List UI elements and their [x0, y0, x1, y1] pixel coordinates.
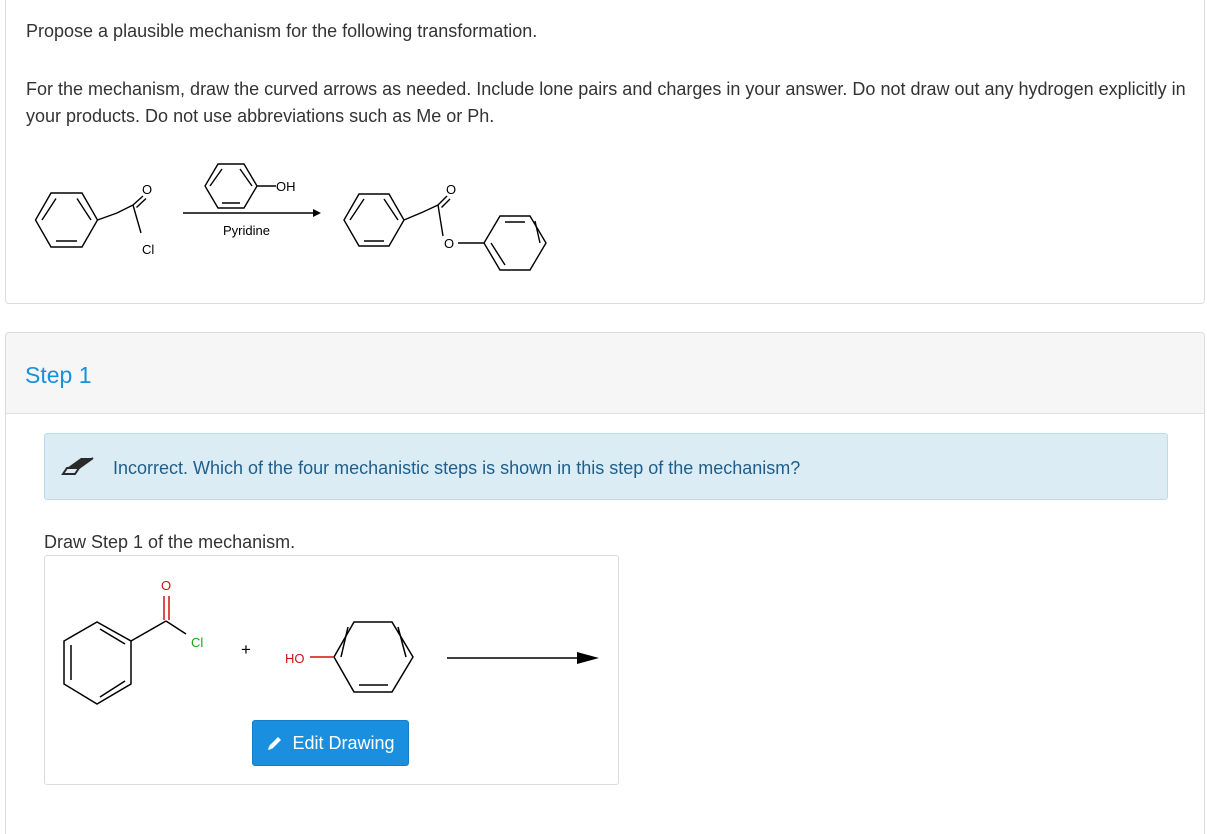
product-phenyl-ring	[483, 215, 547, 271]
pencil-icon	[268, 737, 282, 750]
question-card: Propose a plausible mechanism for the fo…	[5, 0, 1205, 304]
drawing-area[interactable]: O Cl + HO Edit Drawing	[44, 555, 619, 785]
step-title: Step 1	[25, 362, 92, 388]
drawing-phenol-ring	[333, 621, 414, 693]
question-prompt: Propose a plausible mechanism for the fo…	[26, 21, 538, 41]
reagent-benzene-ring	[204, 163, 258, 209]
drawing-hydroxyl: HO	[285, 651, 305, 666]
reagent-hydroxyl-label: OH	[276, 179, 296, 194]
question-instructions: For the mechanism, draw the curved arrow…	[26, 79, 1186, 126]
step-card: Step 1 Incorrect. Which of the four mech…	[5, 332, 1205, 834]
reactant-benzene-ring	[34, 192, 99, 248]
feedback-message: Incorrect. Which of the four mechanistic…	[44, 433, 1168, 500]
drawing-plus-sign: +	[241, 640, 251, 659]
reaction-scheme: O Cl OH Pyridine O O	[34, 163, 547, 271]
drawing-carbonyl-oxygen: O	[161, 578, 171, 593]
reactant-chlorine-label: Cl	[142, 242, 154, 257]
reactant-oxygen-label: O	[142, 182, 152, 197]
eraser-icon	[61, 457, 94, 475]
drawing-benzene-ring	[63, 621, 132, 705]
product-carbonyl-oxygen-label: O	[446, 182, 456, 197]
product-ester-oxygen-label: O	[444, 236, 454, 251]
step-header: Step 1	[6, 333, 1204, 414]
reaction-condition: Pyridine	[223, 223, 270, 238]
feedback-text: Incorrect. Which of the four mechanistic…	[113, 458, 801, 478]
product-benzene-ring	[343, 193, 405, 247]
draw-step-label: Draw Step 1 of the mechanism.	[44, 532, 296, 552]
edit-drawing-label: Edit Drawing	[292, 732, 395, 753]
drawing-chlorine: Cl	[191, 635, 203, 650]
edit-drawing-button[interactable]: Edit Drawing	[252, 720, 409, 766]
